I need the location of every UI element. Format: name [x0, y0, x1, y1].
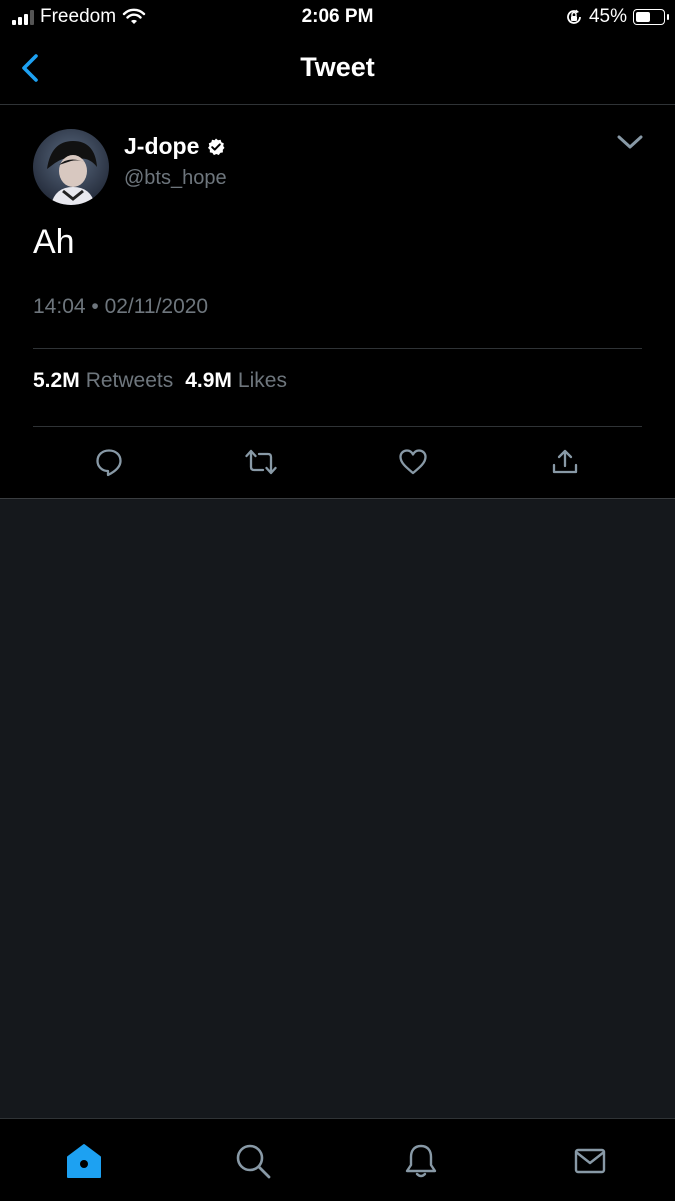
- tab-home[interactable]: [64, 1141, 104, 1181]
- author-name-row[interactable]: J-dope: [124, 133, 225, 160]
- like-icon: [399, 449, 427, 475]
- tweet-timestamp: 14:04 • 02/11/2020: [33, 295, 209, 318]
- author-handle[interactable]: @bts_hope: [124, 167, 227, 190]
- retweet-icon: [245, 449, 277, 475]
- retweets-label: Retweets: [85, 369, 174, 392]
- avatar[interactable]: [33, 129, 109, 205]
- tweet-stats: 5.2M Retweets 4.9M Likes: [33, 369, 287, 393]
- tweet-text: Ah: [33, 223, 75, 261]
- battery-icon: [633, 9, 669, 25]
- retweet-button[interactable]: [244, 445, 278, 479]
- replies-area: [0, 499, 675, 1118]
- likes-count: 4.9M: [185, 369, 232, 392]
- chevron-down-icon: [617, 135, 643, 149]
- like-button[interactable]: [396, 445, 430, 479]
- messages-icon: [574, 1148, 606, 1174]
- retweets-stat[interactable]: 5.2M Retweets: [33, 369, 173, 393]
- notifications-icon: [405, 1144, 437, 1178]
- author-name: J-dope: [124, 133, 200, 159]
- search-icon: [236, 1144, 271, 1179]
- nav-bar: Tweet: [0, 34, 675, 105]
- tab-bar: [0, 1118, 675, 1201]
- tab-notifications[interactable]: [401, 1141, 441, 1181]
- tweet-detail: J-dope @bts_hope Ah 14:04 • 02/11/2020 5…: [0, 105, 675, 499]
- tab-search[interactable]: [233, 1141, 273, 1181]
- battery-percent: 45%: [588, 6, 627, 27]
- status-bar: Freedom 2:06 PM 45%: [0, 0, 675, 34]
- share-icon: [552, 449, 578, 474]
- reply-button[interactable]: [92, 445, 126, 479]
- divider: [33, 426, 642, 427]
- orientation-lock-icon: [567, 9, 581, 24]
- reply-icon: [96, 449, 122, 477]
- status-right: 45%: [565, 6, 669, 28]
- battery-fill: [636, 12, 650, 22]
- likes-stat[interactable]: 4.9M Likes: [185, 369, 287, 393]
- avatar-image: [33, 129, 109, 205]
- divider: [33, 348, 642, 349]
- page-title: Tweet: [300, 52, 375, 82]
- retweets-count: 5.2M: [33, 369, 80, 392]
- more-options-button[interactable]: [615, 131, 645, 153]
- tweet-actions: [0, 443, 675, 483]
- share-button[interactable]: [548, 445, 582, 479]
- home-icon: [67, 1144, 101, 1178]
- verified-badge-icon: [208, 138, 225, 155]
- likes-label: Likes: [237, 369, 287, 392]
- tab-messages[interactable]: [570, 1141, 610, 1181]
